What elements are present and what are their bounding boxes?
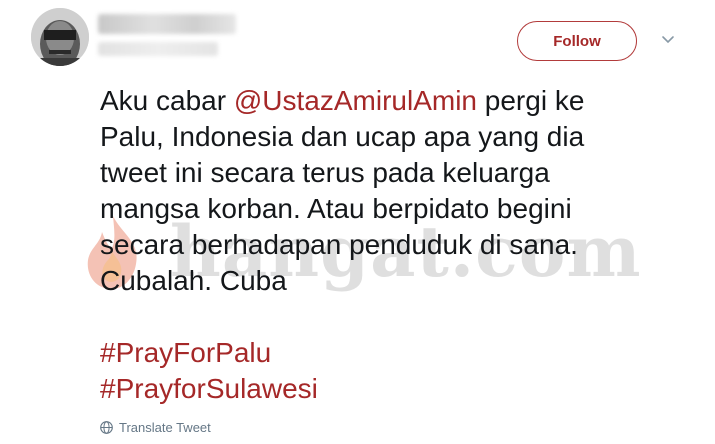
mention-link[interactable]: @UstazAmirulAmin bbox=[234, 85, 477, 116]
hashtag-list: #PrayForPalu #PrayforSulawesi bbox=[100, 335, 318, 407]
tweet-line-2: Palu, Indonesia dan ucap apa yang dia bbox=[100, 121, 585, 152]
chevron-down-icon[interactable] bbox=[660, 34, 676, 46]
globe-icon bbox=[100, 421, 113, 434]
tweet-line-3: tweet ini secara terus pada keluarga bbox=[100, 157, 550, 188]
follow-button[interactable]: Follow bbox=[517, 21, 637, 61]
user-avatar[interactable] bbox=[31, 8, 89, 66]
tweet-line-1: Aku cabar @UstazAmirulAmin pergi ke bbox=[100, 83, 700, 119]
hashtag-link[interactable]: #PrayForPalu bbox=[100, 335, 318, 371]
avatar-image bbox=[31, 8, 89, 66]
hashtag-link[interactable]: #PrayforSulawesi bbox=[100, 371, 318, 407]
tweet-text: Aku cabar @UstazAmirulAmin pergi ke Palu… bbox=[100, 83, 700, 299]
user-handle bbox=[98, 42, 218, 56]
tweet-line-6: Cubalah. Cuba bbox=[100, 265, 287, 296]
tweet-text-start: Aku cabar bbox=[100, 85, 234, 116]
translate-label: Translate Tweet bbox=[119, 420, 211, 435]
translate-tweet-link[interactable]: Translate Tweet bbox=[100, 420, 211, 435]
tweet-text-cont: pergi ke bbox=[477, 85, 585, 116]
tweet-line-4: mangsa korban. Atau berpidato begini bbox=[100, 193, 572, 224]
tweet-line-5: secara berhadapan penduduk di sana. bbox=[100, 229, 578, 260]
user-name-block[interactable] bbox=[98, 14, 236, 56]
user-display-name bbox=[98, 14, 236, 34]
